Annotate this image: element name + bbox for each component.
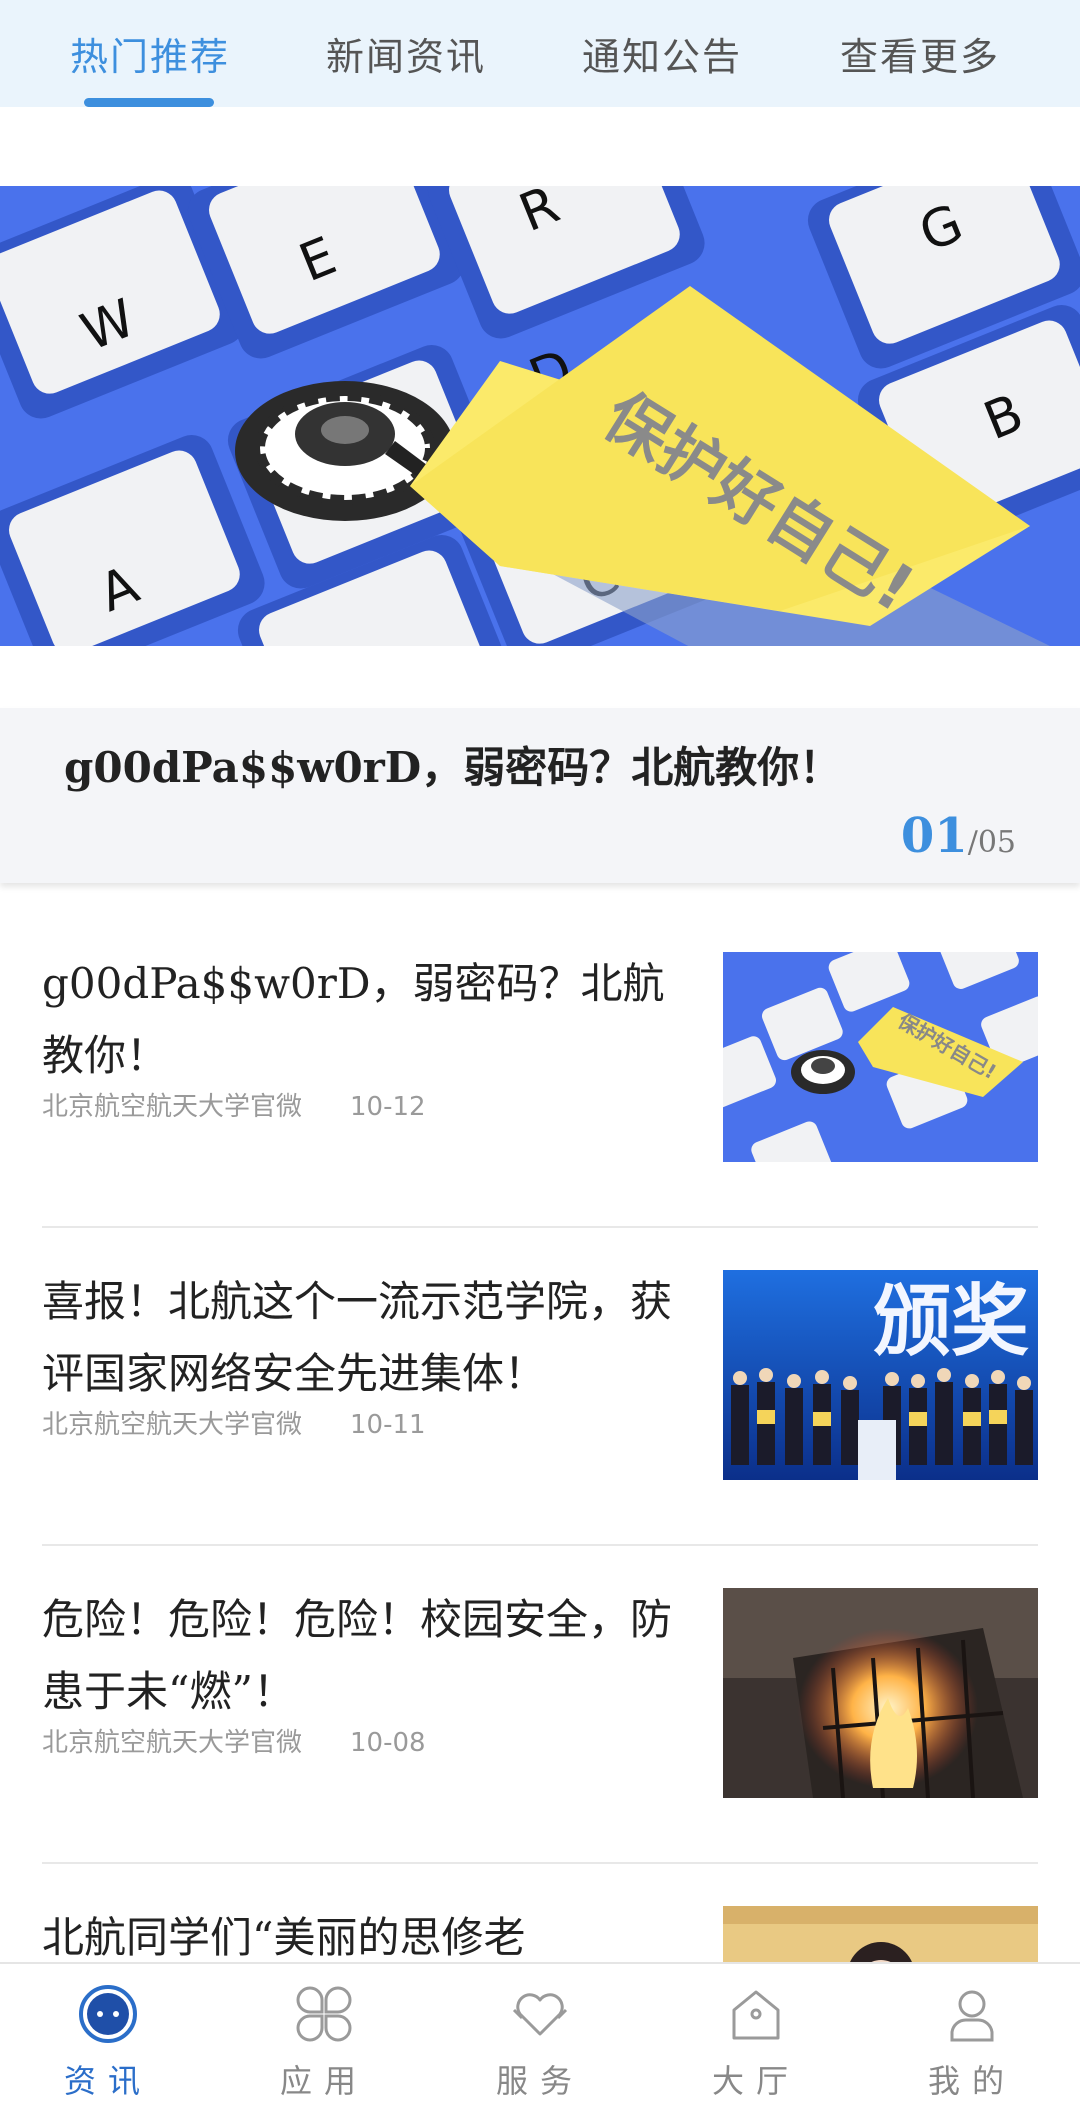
profile-icon	[950, 1990, 994, 2042]
article-item[interactable]: 危险！危险！危险！校园安全，防患于未“燃”！ 北京航空航天大学官微 10-08	[42, 1546, 1038, 1864]
apps-icon	[296, 1986, 352, 2042]
article-date: 10-11	[350, 1410, 426, 1440]
article-thumbnail	[723, 1588, 1038, 1798]
article-meta: 北京航空航天大学官微 10-11	[42, 1404, 426, 1441]
article-title: 危险！危险！危险！校园安全，防患于未“燃”！	[42, 1595, 673, 1716]
article-title: g00dPa$$w0rD，弱密码？北航教你！	[42, 959, 665, 1080]
article-date: 10-12	[350, 1092, 426, 1122]
nav-label: 大厅	[711, 2062, 800, 2100]
nav-label: 我的	[927, 2062, 1016, 2100]
article-source: 北京航空航天大学官微	[42, 1092, 303, 1122]
tab-notices[interactable]: 通知公告	[582, 26, 742, 81]
nav-hall[interactable]: 大厅	[648, 1964, 864, 2110]
top-tab-bar: 热门推荐 新闻资讯 通知公告 查看更多	[0, 0, 1080, 107]
award-stage-thumbnail: 颁奖	[723, 1270, 1038, 1480]
carousel-title: g00dPa$$w0rD，弱密码？北航教你！	[64, 743, 842, 792]
keyboard-trap-illustration: W E R G B A C D 保护好自己!	[0, 186, 1080, 646]
building-fire-thumbnail	[723, 1588, 1038, 1798]
pager-current: 01	[900, 808, 968, 864]
nav-apps[interactable]: 应用	[216, 1964, 432, 2110]
carousel-caption[interactable]: g00dPa$$w0rD，弱密码？北航教你！ 01/05	[0, 708, 1080, 883]
active-tab-indicator	[84, 98, 214, 107]
nav-label: 服务	[495, 2062, 584, 2100]
article-meta: 北京航空航天大学官微 10-12	[42, 1086, 426, 1123]
article-item[interactable]: 喜报！北航这个一流示范学院，获评国家网络安全先进集体！ 北京航空航天大学官微 10…	[42, 1228, 1038, 1546]
nav-label: 应用	[279, 2062, 368, 2100]
pager-total: /05	[967, 825, 1016, 860]
carousel-pager: 01/05	[901, 808, 1016, 864]
article-title: 喜报！北航这个一流示范学院，获评国家网络安全先进集体！	[42, 1277, 673, 1398]
service-heart-icon	[512, 1993, 568, 2036]
nav-profile[interactable]: 我的	[864, 1964, 1080, 2110]
nav-service[interactable]: 服务	[432, 1964, 648, 2110]
tab-more[interactable]: 查看更多	[840, 26, 1000, 81]
article-item[interactable]: g00dPa$$w0rD，弱密码？北航教你！ 北京航空航天大学官微 10-12 保…	[42, 910, 1038, 1228]
news-icon	[79, 1985, 137, 2043]
article-source: 北京航空航天大学官微	[42, 1728, 303, 1758]
hall-house-icon	[732, 1990, 780, 2040]
bear-trap-icon	[235, 381, 455, 521]
bottom-navigation: 资讯 应用 服务 大厅 我的	[0, 1962, 1080, 2110]
tab-news[interactable]: 新闻资讯	[326, 26, 486, 81]
thumbnail-award-text: 颁奖	[873, 1277, 1029, 1367]
article-date: 10-08	[350, 1728, 426, 1758]
article-thumbnail: 颁奖	[723, 1270, 1038, 1480]
nav-label: 资讯	[63, 2062, 152, 2100]
article-source: 北京航空航天大学官微	[42, 1410, 303, 1440]
tab-hot-recommend[interactable]: 热门推荐	[70, 26, 230, 81]
article-thumbnail: 保护好自己!	[723, 952, 1038, 1162]
keyboard-trap-thumbnail: 保护好自己!	[723, 952, 1038, 1162]
article-meta: 北京航空航天大学官微 10-08	[42, 1722, 426, 1759]
nav-news[interactable]: 资讯	[0, 1964, 216, 2110]
banner-image[interactable]: W E R G B A C D 保护好自己!	[0, 186, 1080, 646]
